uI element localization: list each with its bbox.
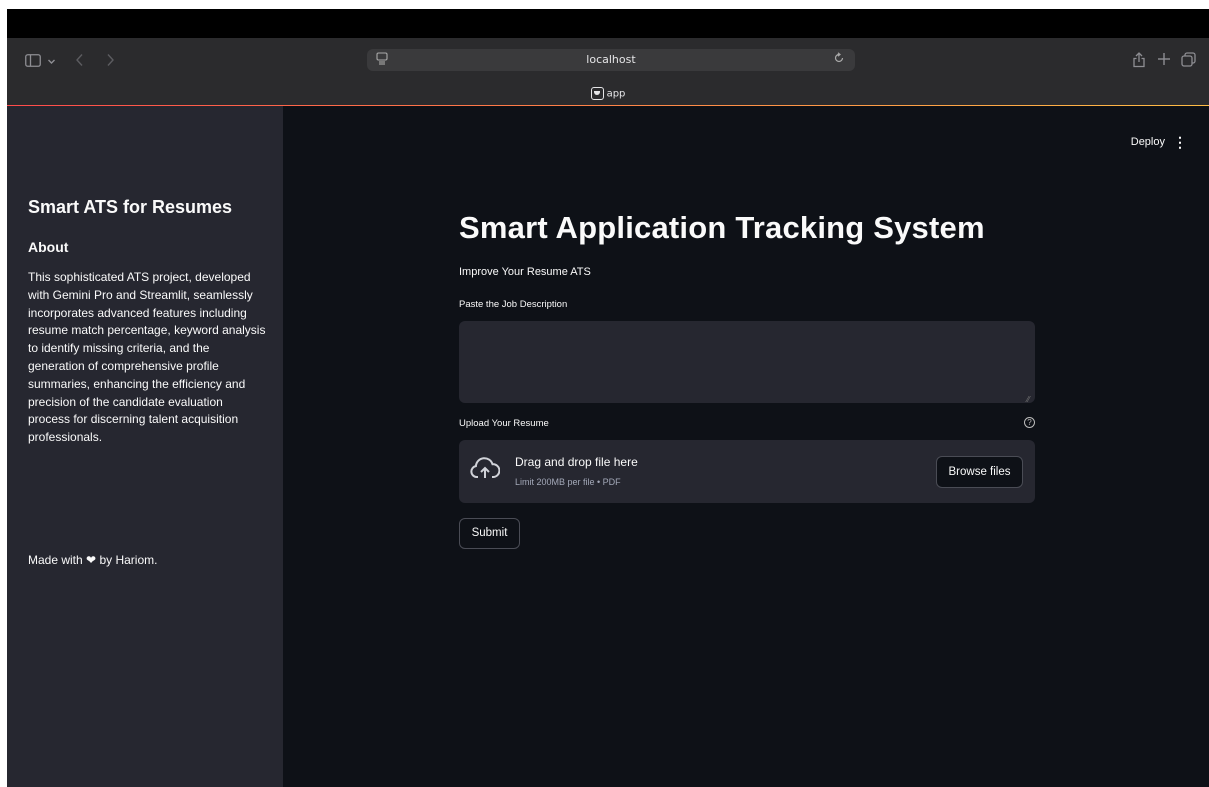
address-bar[interactable]: localhost bbox=[367, 49, 855, 71]
main-menu-icon[interactable]: ⋮ bbox=[1173, 134, 1187, 151]
main-content: Deploy ⋮ Smart Application Tracking Syst… bbox=[283, 106, 1209, 787]
streamlit-app: Smart ATS for Resumes About This sophist… bbox=[7, 106, 1209, 787]
made-with-prefix: Made with bbox=[28, 553, 83, 567]
forward-icon[interactable] bbox=[105, 53, 115, 70]
streamlit-favicon-icon bbox=[590, 87, 604, 100]
deploy-button[interactable]: Deploy bbox=[1131, 136, 1165, 148]
share-icon[interactable] bbox=[1132, 51, 1146, 71]
cloud-upload-icon bbox=[470, 457, 501, 483]
reload-icon[interactable] bbox=[833, 52, 845, 67]
browser-toolbar: localhost bbox=[7, 38, 1209, 85]
page-title: Smart Application Tracking System bbox=[459, 210, 985, 245]
submit-button[interactable]: Submit bbox=[459, 518, 520, 549]
sidebar-title: Smart ATS for Resumes bbox=[28, 197, 233, 217]
sidebar-icon[interactable] bbox=[25, 54, 41, 70]
about-text: This sophisticated ATS project, develope… bbox=[28, 270, 266, 445]
page-subtitle: Improve Your Resume ATS bbox=[459, 266, 591, 278]
browser-window: localhost app Smart ATS for Resumes Abou… bbox=[7, 9, 1209, 787]
made-with-credit: Made with ❤ by Hariom. bbox=[28, 553, 157, 567]
new-tab-icon[interactable] bbox=[1157, 52, 1171, 69]
tab-bar: app bbox=[7, 85, 1209, 105]
back-icon[interactable] bbox=[75, 53, 85, 70]
job-description-input[interactable] bbox=[459, 321, 1035, 403]
job-description-label: Paste the Job Description bbox=[459, 299, 568, 310]
resize-handle-icon[interactable]: ⁄⁄ bbox=[1027, 395, 1030, 404]
tab-title: app bbox=[606, 88, 626, 100]
browse-files-button[interactable]: Browse files bbox=[936, 456, 1023, 488]
sidebar: Smart ATS for Resumes About This sophist… bbox=[7, 106, 283, 787]
dropzone-title: Drag and drop file here bbox=[515, 455, 638, 469]
url-text: localhost bbox=[586, 53, 636, 66]
dropzone-limit: Limit 200MB per file • PDF bbox=[515, 477, 621, 487]
heart-icon: ❤ bbox=[86, 553, 97, 567]
tabs-overview-icon[interactable] bbox=[1181, 52, 1196, 70]
chevron-down-icon[interactable] bbox=[47, 54, 56, 69]
made-with-suffix: by Hariom. bbox=[99, 553, 158, 567]
file-dropzone[interactable]: Drag and drop file here Limit 200MB per … bbox=[459, 440, 1035, 503]
about-heading: About bbox=[28, 239, 69, 255]
menu-bar bbox=[7, 9, 1209, 38]
tab-app[interactable]: app bbox=[7, 87, 1209, 100]
help-icon[interactable]: ? bbox=[1024, 417, 1035, 428]
upload-resume-label: Upload Your Resume bbox=[459, 418, 549, 429]
